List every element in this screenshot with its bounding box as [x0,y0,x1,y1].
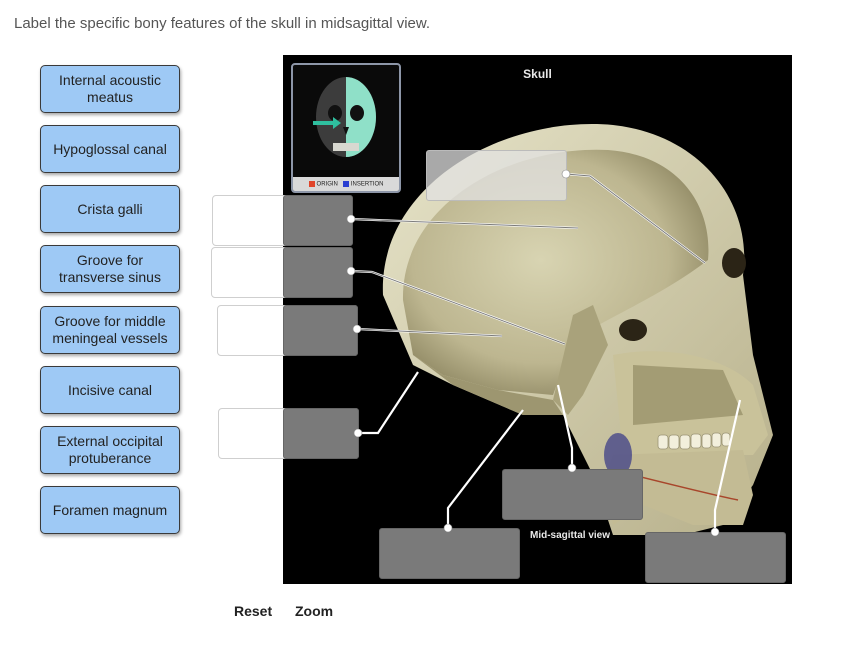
skull-thumbnail-image [313,77,376,157]
label-chip-groove-transverse-sinus[interactable]: Groove for transverse sinus [40,245,180,293]
label-chip-incisive-canal[interactable]: Incisive canal [40,366,180,414]
reset-button[interactable]: Reset [234,603,272,619]
label-chip-crista-galli[interactable]: Crista galli [40,185,180,233]
drop-target-7[interactable] [379,528,520,579]
instruction-text: Label the specific bony features of the … [14,15,431,32]
origin-swatch [308,180,315,187]
drop-target-4[interactable] [283,408,359,459]
figure-caption: Mid-sagittal view [530,530,611,541]
insertion-swatch [342,180,349,187]
legend-origin: ORIGIN [308,180,338,188]
thumbnail-legend: ORIGIN INSERTION [293,177,399,191]
label-chip-external-occipital-protuberance[interactable]: External occipital protuberance [40,426,180,474]
drop-target-6[interactable] [502,469,643,520]
skull-orientation-thumbnail: ORIGIN INSERTION [291,63,401,193]
drop-target-5[interactable] [426,150,567,201]
drop-target-8[interactable] [645,532,786,583]
drop-target-3[interactable] [283,305,358,356]
legend-insertion: INSERTION [342,180,384,188]
zoom-button[interactable]: Zoom [295,603,333,619]
legend-insertion-label: INSERTION [350,181,384,188]
label-chip-hypoglossal-canal[interactable]: Hypoglossal canal [40,125,180,173]
legend-origin-label: ORIGIN [316,181,338,188]
drop-target-2[interactable] [283,247,353,298]
drop-target-1[interactable] [283,195,353,246]
figure-title: Skull [523,67,552,81]
label-chip-foramen-magnum[interactable]: Foramen magnum [40,486,180,534]
label-chip-groove-middle-meningeal[interactable]: Groove for middle meningeal vessels [40,306,180,354]
label-chip-internal-acoustic-meatus[interactable]: Internal acoustic meatus [40,65,180,113]
